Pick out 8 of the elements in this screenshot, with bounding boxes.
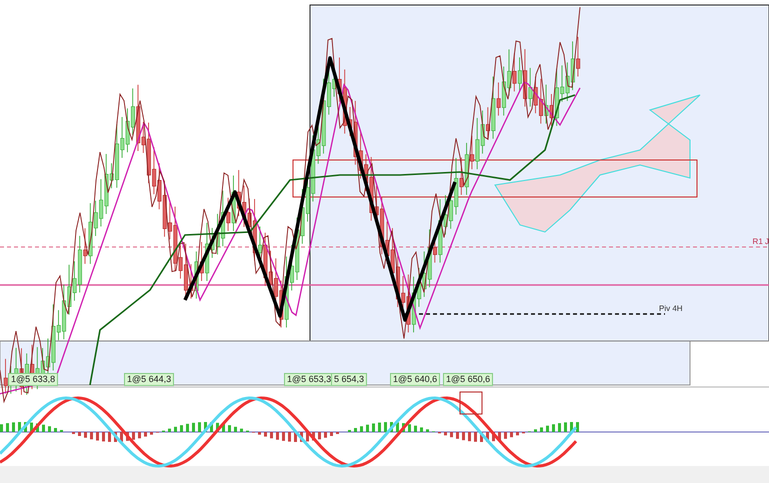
price-tag: 1@5 644,3 — [124, 373, 174, 386]
price-tag: 1@5 650,6 — [443, 373, 494, 386]
level-label: Piv 4H — [659, 304, 683, 313]
price-tag: 5 654,3 — [331, 373, 368, 386]
price-tag: 1@5 640,6 — [390, 373, 440, 386]
highlight-rectangle — [460, 392, 482, 414]
level-label: R1 J — [752, 237, 769, 246]
price-tag: 1@5 633,8 — [8, 373, 58, 386]
